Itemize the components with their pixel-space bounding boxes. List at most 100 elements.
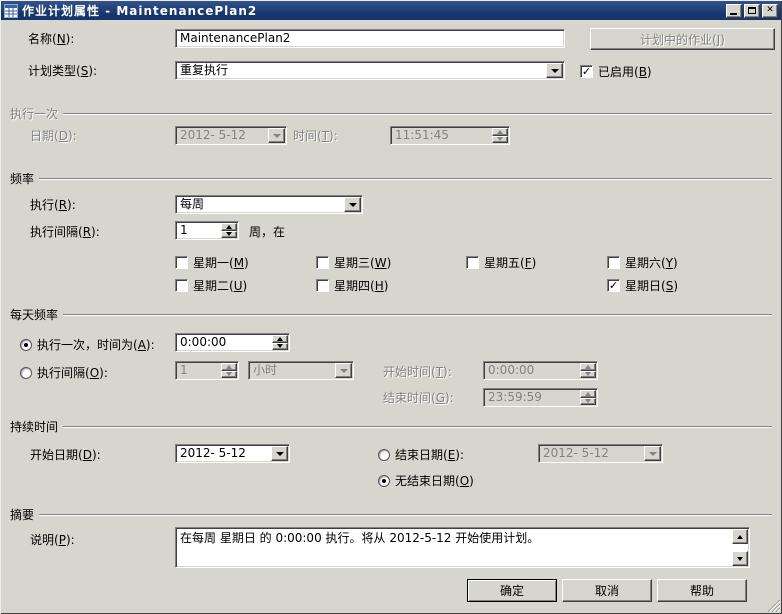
cancel-button[interactable]: 取消 (562, 579, 652, 602)
occurs-dropdown-button[interactable] (344, 197, 361, 212)
spinner-up-button[interactable] (221, 223, 237, 231)
scrollbar-down-icon (737, 557, 743, 561)
checkbox[interactable]: ✓ (316, 256, 329, 269)
weekday-checkbox-thursday[interactable]: ✓ 星期四(H) (316, 277, 388, 294)
maximize-button[interactable] (744, 4, 760, 18)
spinner-down-icon (585, 399, 591, 403)
occurs-once-radio-row[interactable]: 执行一次，时间为(A): (20, 336, 155, 353)
spinner-up-icon (277, 337, 283, 341)
weekday-checkbox-saturday[interactable]: ✓ 星期六(Y) (607, 254, 678, 271)
checkbox[interactable]: ✓ (175, 256, 188, 269)
description-label: 说明(P): (30, 533, 75, 547)
description-box[interactable]: 在每周 星期日 的 0:00:00 执行。将从 2012-5-12 开始使用计划… (175, 527, 750, 568)
spinner-down-button[interactable] (221, 231, 237, 239)
end-date-radio-label: 结束日期(E): (395, 446, 464, 463)
name-input[interactable]: MaintenancePlan2 (175, 29, 565, 48)
schedule-type-dropdown-button[interactable] (546, 63, 563, 78)
weekday-checkbox-monday[interactable]: ✓ 星期一(M) (175, 254, 249, 271)
close-icon: ✕ (766, 6, 774, 15)
spinner-up-button (580, 363, 596, 371)
frequency-group-title: 频率 (10, 170, 34, 187)
weekday-checkbox-friday[interactable]: ✓ 星期五(F) (466, 254, 536, 271)
end-date-radio-row[interactable]: 结束日期(E): (378, 446, 464, 463)
ok-button-label: 确定 (500, 582, 524, 599)
schedule-type-select[interactable]: 重复执行 (175, 61, 565, 80)
end-date-select: 2012- 5-12 (538, 444, 663, 463)
checkbox[interactable]: ✓ (607, 256, 620, 269)
start-date-dropdown-button[interactable] (271, 446, 288, 461)
titlebar: 作业计划属性 - MaintenancePlan2 ✕ (1, 1, 781, 20)
help-button[interactable]: 帮助 (657, 579, 747, 602)
occurs-every-value-spinner: 1 (175, 361, 239, 380)
checkbox[interactable]: ✓ (175, 279, 188, 292)
description-scrollbar[interactable] (732, 529, 748, 566)
group-divider (63, 113, 772, 114)
checkbox-label: 星期一(M) (193, 254, 249, 271)
one-time-time-spinner: 11:51:45 (390, 126, 510, 145)
spinner-up-icon (226, 365, 232, 369)
weekday-checkbox-tuesday[interactable]: ✓ 星期二(U) (175, 277, 247, 294)
checkbox[interactable]: ✓ (466, 256, 479, 269)
recurs-spinner[interactable]: 1 (175, 221, 239, 240)
name-label: 名称(N): (28, 32, 74, 46)
ok-button[interactable]: 确定 (467, 579, 557, 602)
cancel-button-label: 取消 (595, 582, 619, 599)
occurs-value: 每周 (176, 196, 344, 213)
spinner-down-button (221, 371, 237, 379)
occurs-every-radio-label: 执行间隔(O): (37, 364, 108, 381)
end-time-label: 结束时间(G): (383, 391, 454, 405)
one-time-date-select: 2012- 5-12 (175, 126, 287, 145)
occurs-every-radio-row[interactable]: 执行间隔(O): (20, 364, 108, 381)
resize-grip-icon[interactable] (767, 599, 780, 612)
schedule-type-value: 重复执行 (176, 62, 546, 79)
occurs-every-radio[interactable] (20, 367, 32, 379)
one-time-date-value: 2012- 5-12 (176, 127, 268, 144)
spinner-up-button (580, 390, 596, 398)
one-time-time-label: 时间(T): (293, 129, 338, 143)
occurs-once-time-spinner[interactable]: 0:00:00 (175, 333, 290, 352)
spinner-down-button (580, 398, 596, 406)
job-schedule-properties-dialog: 作业计划属性 - MaintenancePlan2 ✕ 名称(N): Maint… (0, 0, 782, 614)
one-time-group-title: 执行一次 (10, 105, 58, 122)
checkbox[interactable]: ✓ (607, 279, 620, 292)
check-icon: ✓ (609, 280, 618, 291)
no-end-date-radio[interactable] (378, 475, 390, 487)
scrollbar-down-button[interactable] (732, 551, 748, 566)
no-end-date-radio-row[interactable]: 无结束日期(O) (378, 472, 474, 489)
occurs-every-value: 1 (176, 362, 221, 379)
end-date-radio[interactable] (378, 449, 390, 461)
occurs-once-radio[interactable] (20, 339, 32, 351)
start-time-label: 开始时间(T): (383, 365, 452, 379)
checkbox-label: 星期日(S) (625, 277, 678, 294)
enabled-checkbox[interactable]: ✓ (580, 65, 593, 78)
group-divider (63, 426, 772, 427)
daily-frequency-group-header: 每天频率 (10, 307, 772, 321)
check-icon: ✓ (582, 66, 591, 77)
spinner-up-button[interactable] (272, 335, 288, 343)
no-end-date-radio-label: 无结束日期(O) (395, 472, 474, 489)
duration-group-header: 持续时间 (10, 419, 772, 433)
occurs-every-unit-select: 小时 (248, 361, 354, 380)
checkbox-label: 星期六(Y) (625, 254, 678, 271)
spinner-down-button (492, 136, 508, 144)
spinner-down-button[interactable] (272, 343, 288, 351)
weekday-checkbox-wednesday[interactable]: ✓ 星期三(W) (316, 254, 391, 271)
scrollbar-up-button[interactable] (732, 529, 748, 544)
checkbox[interactable]: ✓ (316, 279, 329, 292)
summary-group-title: 摘要 (10, 506, 34, 523)
maximize-icon (748, 7, 756, 14)
close-button[interactable]: ✕ (762, 4, 778, 18)
name-input-value: MaintenancePlan2 (176, 30, 564, 47)
recurs-suffix-label: 周，在 (249, 225, 285, 239)
minimize-button[interactable] (726, 4, 742, 18)
enabled-checkbox-row[interactable]: ✓ 已启用(B) (580, 63, 652, 80)
spinner-down-icon (585, 372, 591, 376)
occurs-select[interactable]: 每周 (175, 195, 363, 214)
start-date-select[interactable]: 2012- 5-12 (175, 444, 290, 463)
weekday-checkbox-sunday[interactable]: ✓ 星期日(S) (607, 277, 678, 294)
enabled-checkbox-label: 已启用(B) (598, 63, 652, 80)
scrollbar-up-icon (737, 535, 743, 539)
occurs-once-radio-label: 执行一次，时间为(A): (37, 336, 155, 353)
dropdown-arrow-icon (649, 452, 657, 456)
radio-dot-icon (382, 479, 386, 483)
